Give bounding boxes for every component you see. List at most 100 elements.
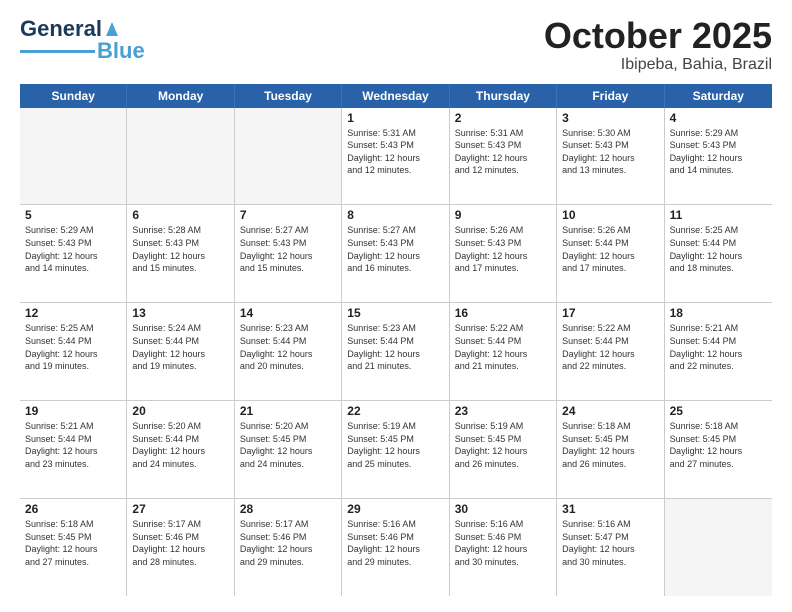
cal-cell — [235, 108, 342, 205]
day-number: 23 — [455, 404, 551, 418]
header-day-wednesday: Wednesday — [342, 84, 449, 108]
cal-cell: 1Sunrise: 5:31 AM Sunset: 5:43 PM Daylig… — [342, 108, 449, 205]
day-info: Sunrise: 5:16 AM Sunset: 5:46 PM Dayligh… — [347, 518, 443, 568]
day-number: 9 — [455, 208, 551, 222]
day-number: 22 — [347, 404, 443, 418]
cal-cell: 18 Sunrise: 5:21 AM Sunset: 5:44 PM Dayli… — [665, 303, 772, 400]
day-number: 27 — [132, 502, 228, 516]
day-info: Sunrise: 5:17 AM Sunset: 5:46 PM Dayligh… — [240, 518, 336, 568]
cal-cell: 9Sunrise: 5:26 AM Sunset: 5:43 PM Daylig… — [450, 205, 557, 302]
day-info: Sunrise: 5:30 AM Sunset: 5:43 PM Dayligh… — [562, 127, 658, 177]
day-info: Sunrise: 5:22 AM Sunset: 5:44 PM Dayligh… — [562, 322, 658, 372]
cal-cell: 23 Sunrise: 5:19 AM Sunset: 5:45 PM Dayli… — [450, 401, 557, 498]
header: General Blue October 2025 Ibipeba, Bahia… — [20, 16, 772, 74]
day-number: 17 — [562, 306, 658, 320]
day-info: Sunrise: 5:27 AM Sunset: 5:43 PM Dayligh… — [240, 224, 336, 274]
cal-cell: 17 Sunrise: 5:22 AM Sunset: 5:44 PM Dayli… — [557, 303, 664, 400]
cal-cell: 10Sunrise: 5:26 AM Sunset: 5:44 PM Dayli… — [557, 205, 664, 302]
day-info: Sunrise: 5:23 AM Sunset: 5:44 PM Dayligh… — [240, 322, 336, 372]
header-day-saturday: Saturday — [665, 84, 772, 108]
week-row-1: 1 Sunrise: 5:31 AM Sunset: 5:43 PM Daylig… — [20, 108, 772, 206]
cal-cell: 12 Sunrise: 5:25 AM Sunset: 5:44 PM Dayli… — [20, 303, 127, 400]
logo: General Blue — [20, 16, 145, 64]
cal-cell: 28 Sunrise: 5:17 AM Sunset: 5:46 PM Dayli… — [235, 499, 342, 596]
day-info: Sunrise: 5:23 AM Sunset: 5:44 PM Dayligh… — [347, 322, 443, 372]
calendar: SundayMondayTuesdayWednesdayThursdayFrid… — [20, 84, 772, 596]
day-number: 14 — [240, 306, 336, 320]
day-number: 5 — [25, 208, 121, 222]
day-info: Sunrise: 5:25 AM Sunset: 5:44 PM Dayligh… — [670, 224, 767, 274]
header-day-sunday: Sunday — [20, 84, 127, 108]
cal-cell: 24Sunrise: 5:18 AM Sunset: 5:45 PM Dayli… — [557, 401, 664, 498]
day-info: Sunrise: 5:19 AM Sunset: 5:45 PM Dayligh… — [455, 420, 551, 470]
day-info: Sunrise: 5:25 AM Sunset: 5:44 PM Dayligh… — [25, 322, 121, 372]
day-info: Sunrise: 5:26 AM Sunset: 5:44 PM Dayligh… — [562, 224, 658, 274]
cal-cell: 3 Sunrise: 5:30 AM Sunset: 5:43 PM Daylig… — [557, 108, 664, 205]
day-info: Sunrise: 5:21 AM Sunset: 5:44 PM Dayligh… — [25, 420, 121, 470]
cal-cell: 6Sunrise: 5:28 AM Sunset: 5:43 PM Daylig… — [127, 205, 234, 302]
cal-cell: 4 Sunrise: 5:29 AM Sunset: 5:43 PM Daylig… — [665, 108, 772, 205]
day-number: 12 — [25, 306, 121, 320]
logo-blue: Blue — [97, 38, 145, 64]
month-title: October 2025 — [544, 16, 772, 56]
day-number: 3 — [562, 111, 658, 125]
day-number: 26 — [25, 502, 121, 516]
location: Ibipeba, Bahia, Brazil — [544, 56, 772, 74]
day-info: Sunrise: 5:18 AM Sunset: 5:45 PM Dayligh… — [670, 420, 767, 470]
day-number: 19 — [25, 404, 121, 418]
day-info: Sunrise: 5:19 AM Sunset: 5:45 PM Dayligh… — [347, 420, 443, 470]
day-number: 4 — [670, 111, 767, 125]
day-number: 13 — [132, 306, 228, 320]
day-info: Sunrise: 5:18 AM Sunset: 5:45 PM Dayligh… — [25, 518, 121, 568]
cal-cell: 21 Sunrise: 5:20 AM Sunset: 5:45 PM Dayli… — [235, 401, 342, 498]
day-number: 29 — [347, 502, 443, 516]
day-info: Sunrise: 5:31 AM Sunset: 5:43 PM Dayligh… — [455, 127, 551, 177]
day-number: 1 — [347, 111, 443, 125]
day-number: 7 — [240, 208, 336, 222]
cal-cell — [665, 499, 772, 596]
cal-cell: 26 Sunrise: 5:18 AM Sunset: 5:45 PM Dayli… — [20, 499, 127, 596]
day-number: 28 — [240, 502, 336, 516]
day-number: 20 — [132, 404, 228, 418]
cal-cell: 15 Sunrise: 5:23 AM Sunset: 5:44 PM Dayli… — [342, 303, 449, 400]
day-info: Sunrise: 5:22 AM Sunset: 5:44 PM Dayligh… — [455, 322, 551, 372]
day-number: 2 — [455, 111, 551, 125]
day-info: Sunrise: 5:20 AM Sunset: 5:45 PM Dayligh… — [240, 420, 336, 470]
cal-cell: 27Sunrise: 5:17 AM Sunset: 5:46 PM Dayli… — [127, 499, 234, 596]
week-row-4: 19 Sunrise: 5:21 AM Sunset: 5:44 PM Dayli… — [20, 401, 772, 499]
calendar-header: SundayMondayTuesdayWednesdayThursdayFrid… — [20, 84, 772, 108]
day-number: 11 — [670, 208, 767, 222]
header-day-monday: Monday — [127, 84, 234, 108]
day-number: 15 — [347, 306, 443, 320]
cal-cell: 8 Sunrise: 5:27 AM Sunset: 5:43 PM Daylig… — [342, 205, 449, 302]
day-info: Sunrise: 5:24 AM Sunset: 5:44 PM Dayligh… — [132, 322, 228, 372]
cal-cell: 25 Sunrise: 5:18 AM Sunset: 5:45 PM Dayli… — [665, 401, 772, 498]
header-day-friday: Friday — [557, 84, 664, 108]
day-number: 25 — [670, 404, 767, 418]
day-info: Sunrise: 5:27 AM Sunset: 5:43 PM Dayligh… — [347, 224, 443, 274]
day-number: 18 — [670, 306, 767, 320]
cal-cell: 29 Sunrise: 5:16 AM Sunset: 5:46 PM Dayli… — [342, 499, 449, 596]
day-number: 16 — [455, 306, 551, 320]
day-info: Sunrise: 5:28 AM Sunset: 5:43 PM Dayligh… — [132, 224, 228, 274]
day-number: 8 — [347, 208, 443, 222]
day-info: Sunrise: 5:29 AM Sunset: 5:43 PM Dayligh… — [670, 127, 767, 177]
cal-cell: 22 Sunrise: 5:19 AM Sunset: 5:45 PM Dayli… — [342, 401, 449, 498]
cal-cell — [20, 108, 127, 205]
week-row-2: 5Sunrise: 5:29 AM Sunset: 5:43 PM Daylig… — [20, 205, 772, 303]
cal-cell: 20 Sunrise: 5:20 AM Sunset: 5:44 PM Dayli… — [127, 401, 234, 498]
logo-triangle-icon — [102, 18, 122, 40]
day-number: 30 — [455, 502, 551, 516]
week-row-5: 26 Sunrise: 5:18 AM Sunset: 5:45 PM Dayli… — [20, 499, 772, 596]
day-info: Sunrise: 5:16 AM Sunset: 5:47 PM Dayligh… — [562, 518, 658, 568]
cal-cell: 31Sunrise: 5:16 AM Sunset: 5:47 PM Dayli… — [557, 499, 664, 596]
day-info: Sunrise: 5:20 AM Sunset: 5:44 PM Dayligh… — [132, 420, 228, 470]
cal-cell: 5Sunrise: 5:29 AM Sunset: 5:43 PM Daylig… — [20, 205, 127, 302]
cal-cell: 19 Sunrise: 5:21 AM Sunset: 5:44 PM Dayli… — [20, 401, 127, 498]
cal-cell: 2 Sunrise: 5:31 AM Sunset: 5:43 PM Daylig… — [450, 108, 557, 205]
cal-cell — [127, 108, 234, 205]
day-number: 21 — [240, 404, 336, 418]
day-info: Sunrise: 5:21 AM Sunset: 5:44 PM Dayligh… — [670, 322, 767, 372]
cal-cell: 11 Sunrise: 5:25 AM Sunset: 5:44 PM Dayli… — [665, 205, 772, 302]
header-day-tuesday: Tuesday — [235, 84, 342, 108]
